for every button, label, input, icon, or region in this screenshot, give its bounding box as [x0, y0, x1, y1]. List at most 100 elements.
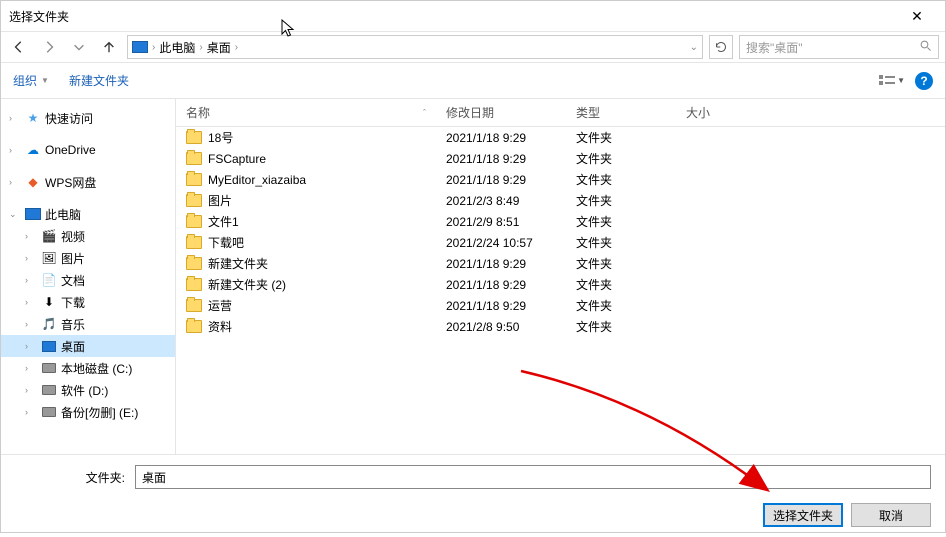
recent-dropdown[interactable] [67, 35, 91, 59]
path-segment[interactable]: 此电脑 [159, 39, 195, 56]
cancel-button[interactable]: 取消 [851, 503, 931, 527]
file-type: 文件夹 [566, 234, 676, 251]
folder-icon [186, 173, 202, 186]
list-item[interactable]: 文件12021/2/9 8:51文件夹 [176, 211, 945, 232]
list-item[interactable]: FSCapture 2021/1/18 9:29文件夹 [176, 148, 945, 169]
file-type: 文件夹 [566, 255, 676, 272]
back-button[interactable] [7, 35, 31, 59]
sort-asc-icon: ˆ [423, 108, 426, 118]
forward-button[interactable] [37, 35, 61, 59]
chevron-down-icon[interactable]: ⌄ [690, 42, 698, 53]
tree-this-pc[interactable]: ⌄此电脑 [1, 203, 175, 225]
navbar: › 此电脑 › 桌面 › ⌄ 搜索"桌面" [1, 31, 945, 63]
tree-item-label: 备份[勿删] (E:) [61, 404, 138, 421]
file-name: MyEditor_xiazaiba [208, 173, 306, 187]
file-date: 2021/2/8 9:50 [436, 320, 566, 334]
window-title: 选择文件夹 [9, 8, 897, 25]
cloud-icon: ☁ [25, 143, 41, 157]
tree-item[interactable]: ›软件 (D:) [1, 379, 175, 401]
search-input[interactable]: 搜索"桌面" [739, 35, 939, 59]
file-date: 2021/1/18 9:29 [436, 152, 566, 166]
list-item[interactable]: 运营2021/1/18 9:29文件夹 [176, 295, 945, 316]
chevron-right-icon: › [235, 42, 238, 53]
list-item[interactable]: 新建文件夹 (2)2021/1/18 9:29文件夹 [176, 274, 945, 295]
list-item[interactable]: 下载吧2021/2/24 10:57文件夹 [176, 232, 945, 253]
col-size[interactable]: 大小 [676, 104, 756, 121]
file-name: 运营 [208, 297, 232, 314]
folder-icon [186, 131, 202, 144]
address-bar[interactable]: › 此电脑 › 桌面 › ⌄ [127, 35, 703, 59]
file-date: 2021/2/9 8:51 [436, 215, 566, 229]
file-name: 下载吧 [208, 234, 244, 251]
toolbar: 组织 ▼ 新建文件夹 ▼ ? [1, 63, 945, 99]
new-folder-button[interactable]: 新建文件夹 [69, 72, 129, 89]
file-date: 2021/1/18 9:29 [436, 299, 566, 313]
tree-item-icon: 🎵 [41, 317, 57, 331]
folder-icon [186, 194, 202, 207]
file-name: 新建文件夹 (2) [208, 276, 286, 293]
this-pc-icon [25, 207, 41, 221]
col-type[interactable]: 类型 [566, 104, 676, 121]
nav-tree: ›★快速访问 ›☁OneDrive ›◆WPS网盘 ⌄此电脑 ›🎬视频›🖼图片›… [1, 99, 176, 454]
folder-icon [186, 299, 202, 312]
tree-item-icon [41, 339, 57, 353]
file-name: 图片 [208, 192, 232, 209]
tree-item[interactable]: ›备份[勿删] (E:) [1, 401, 175, 423]
list-item[interactable]: 新建文件夹 2021/1/18 9:29文件夹 [176, 253, 945, 274]
list-item[interactable]: 图片2021/2/3 8:49文件夹 [176, 190, 945, 211]
tree-item[interactable]: ›桌面 [1, 335, 175, 357]
tree-quick-access[interactable]: ›★快速访问 [1, 107, 175, 129]
tree-item-label: 图片 [61, 250, 85, 267]
tree-item-icon: 🖼 [41, 251, 57, 265]
help-button[interactable]: ? [915, 72, 933, 90]
tree-item[interactable]: ›本地磁盘 (C:) [1, 357, 175, 379]
col-date[interactable]: 修改日期 [436, 104, 566, 121]
tree-item-icon [41, 383, 57, 397]
tree-item-label: 视频 [61, 228, 85, 245]
folder-icon [186, 278, 202, 291]
file-date: 2021/1/18 9:29 [436, 131, 566, 145]
organize-button[interactable]: 组织 ▼ [13, 72, 49, 89]
up-button[interactable] [97, 35, 121, 59]
file-type: 文件夹 [566, 129, 676, 146]
refresh-button[interactable] [709, 35, 733, 59]
folder-label: 文件夹: [15, 469, 125, 486]
file-type: 文件夹 [566, 150, 676, 167]
tree-item[interactable]: ›🎬视频 [1, 225, 175, 247]
file-name: 新建文件夹 [208, 255, 268, 272]
path-segment[interactable]: 桌面 [207, 39, 231, 56]
file-type: 文件夹 [566, 192, 676, 209]
list-item[interactable]: MyEditor_xiazaiba2021/1/18 9:29文件夹 [176, 169, 945, 190]
list-header: 名称ˆ 修改日期 类型 大小 [176, 99, 945, 127]
tree-wps[interactable]: ›◆WPS网盘 [1, 171, 175, 193]
chevron-right-icon: › [199, 42, 202, 53]
tree-item-label: 文档 [61, 272, 85, 289]
search-placeholder: 搜索"桌面" [746, 39, 803, 56]
file-list: 名称ˆ 修改日期 类型 大小 18号2021/1/18 9:29文件夹FSCap… [176, 99, 945, 454]
tree-item[interactable]: ›🎵音乐 [1, 313, 175, 335]
list-item[interactable]: 18号2021/1/18 9:29文件夹 [176, 127, 945, 148]
file-name: 资料 [208, 318, 232, 335]
file-name: FSCapture [208, 152, 266, 166]
list-item[interactable]: 资料2021/2/8 9:50文件夹 [176, 316, 945, 337]
col-name[interactable]: 名称ˆ [176, 104, 436, 121]
folder-icon [186, 320, 202, 333]
folder-icon [186, 236, 202, 249]
file-type: 文件夹 [566, 213, 676, 230]
view-button[interactable]: ▼ [879, 75, 905, 87]
tree-item[interactable]: ›📄文档 [1, 269, 175, 291]
tree-onedrive[interactable]: ›☁OneDrive [1, 139, 175, 161]
folder-icon [186, 215, 202, 228]
tree-item-label: 本地磁盘 (C:) [61, 360, 132, 377]
titlebar: 选择文件夹 ✕ [1, 1, 945, 31]
tree-item[interactable]: ›🖼图片 [1, 247, 175, 269]
file-date: 2021/1/18 9:29 [436, 257, 566, 271]
folder-input[interactable] [135, 465, 931, 489]
tree-item-icon: 📄 [41, 273, 57, 287]
select-folder-button[interactable]: 选择文件夹 [763, 503, 843, 527]
close-button[interactable]: ✕ [897, 8, 937, 25]
tree-item-icon: ⬇ [41, 295, 57, 309]
file-date: 2021/1/18 9:29 [436, 278, 566, 292]
tree-item[interactable]: ›⬇下载 [1, 291, 175, 313]
star-icon: ★ [25, 111, 41, 125]
